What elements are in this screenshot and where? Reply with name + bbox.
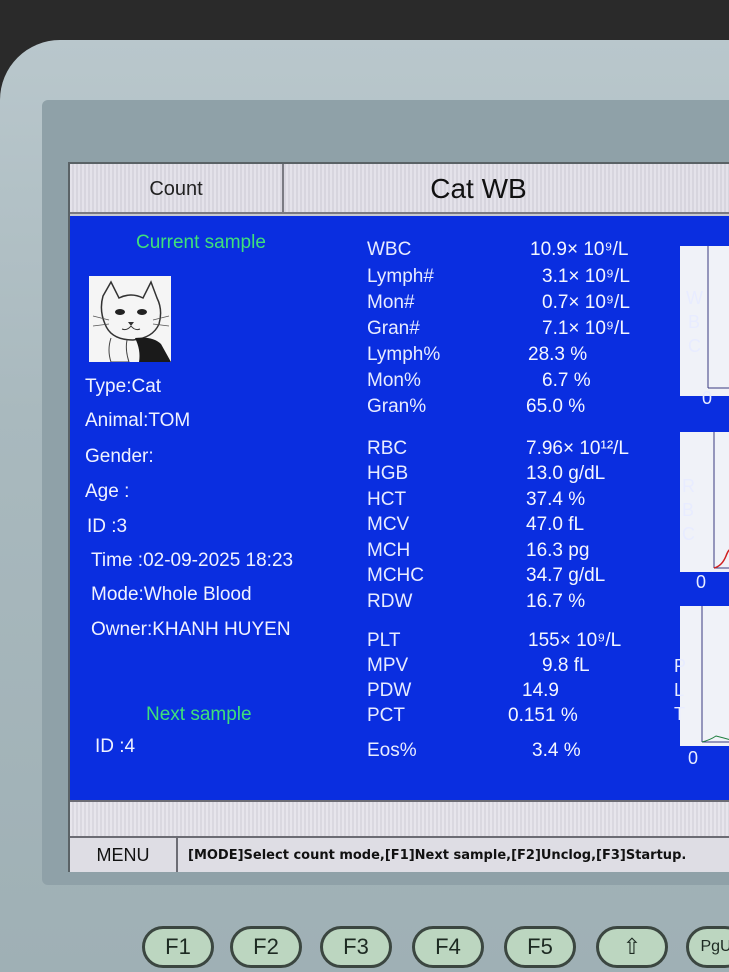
param-value-rbc: 7.96× 10¹²/L	[526, 438, 629, 459]
param-value-pct: 0.151 %	[508, 705, 578, 726]
param-value-gran-percent: 65.0 %	[526, 396, 586, 417]
param-value-mpv: 9.8 fL	[542, 655, 590, 676]
param-name-gran-percent: Gran%	[367, 396, 427, 417]
param-value-mchc: 34.7 g/dL	[526, 565, 606, 586]
param-value-wbc: 10.9× 10⁹/L	[530, 239, 629, 260]
param-name-mchc: MCHC	[367, 565, 424, 586]
function-keys: F1 F2 F3 F4 F5 ⇧ PgU	[130, 900, 729, 972]
cat-icon	[89, 276, 171, 363]
param-name-lymph-count: Lymph#	[367, 266, 434, 287]
rbc-axis-zero: 0	[696, 572, 707, 592]
gender-field: Gender:	[85, 446, 154, 467]
param-name-lymph-percent: Lymph%	[367, 344, 441, 365]
param-value-pdw: 14.9	[522, 680, 559, 701]
status-message: [MODE]Select count mode,[F1]Next sample,…	[188, 847, 687, 863]
param-name-rdw: RDW	[367, 591, 413, 612]
param-name-mcv: MCV	[367, 514, 410, 535]
current-sample-heading: Current sample	[136, 232, 266, 253]
plt-axis-zero: 0	[688, 748, 699, 768]
wbc-axis-letter-w: W	[686, 288, 703, 308]
sample-type: Type:Cat	[85, 376, 162, 397]
param-name-mon-percent: Mon%	[367, 370, 421, 391]
param-value-eos-percent: 3.4 %	[532, 740, 581, 761]
param-name-hgb: HGB	[367, 463, 409, 484]
wbc-axis-letter-c: C	[688, 336, 701, 356]
param-name-gran-count: Gran#	[367, 318, 420, 339]
param-name-mch: MCH	[367, 540, 411, 561]
param-name-mpv: MPV	[367, 655, 409, 676]
param-value-hct: 37.4 %	[526, 489, 586, 510]
sample-mode: Mode:Whole Blood	[91, 584, 252, 605]
menu-button[interactable]: MENU	[70, 838, 178, 872]
count-mode-tab[interactable]: Count	[70, 164, 284, 214]
rbc-axis-letter-c: C	[682, 524, 695, 544]
param-value-hgb: 13.0 g/dL	[526, 463, 606, 484]
param-value-gran-count: 7.1× 10⁹/L	[542, 318, 630, 339]
info-strip	[70, 800, 729, 836]
param-name-pdw: PDW	[367, 680, 412, 701]
sample-time: Time :02-09-2025 18:23	[91, 550, 294, 571]
param-name-wbc: WBC	[367, 239, 412, 260]
status-bar: MENU [MODE]Select count mode,[F1]Next sa…	[70, 836, 729, 872]
param-value-mon-count: 0.7× 10⁹/L	[542, 292, 630, 313]
species-mode-title: Cat WB	[430, 173, 527, 204]
key-f4[interactable]: F4	[412, 926, 484, 968]
param-value-rdw: 16.7 %	[526, 591, 586, 612]
next-sample-heading: Next sample	[146, 704, 252, 725]
key-f5[interactable]: F5	[504, 926, 576, 968]
param-value-lymph-count: 3.1× 10⁹/L	[542, 266, 630, 287]
param-name-plt: PLT	[367, 630, 401, 651]
key-f3[interactable]: F3	[320, 926, 392, 968]
animal-name: Animal:TOM	[85, 410, 191, 431]
key-shift[interactable]: ⇧	[596, 926, 668, 968]
key-f2[interactable]: F2	[230, 926, 302, 968]
param-value-lymph-percent: 28.3 %	[528, 344, 588, 365]
wbc-axis-letter-b: B	[688, 312, 701, 332]
key-f1[interactable]: F1	[142, 926, 214, 968]
param-name-hct: HCT	[367, 489, 407, 510]
plt-axis-letter-l: L	[674, 680, 685, 700]
owner-name: Owner:KHANH HUYEN	[91, 619, 291, 640]
param-value-mch: 16.3 pg	[526, 540, 590, 561]
plt-axis-letter-p: P	[674, 656, 687, 676]
param-name-mon-count: Mon#	[367, 292, 415, 313]
param-value-mcv: 47.0 fL	[526, 514, 585, 535]
header-bar: Count Cat WB	[70, 164, 729, 214]
param-name-pct: PCT	[367, 705, 405, 726]
analyzer-screen: Count Cat WB Current sample Type:Cat Ani…	[68, 162, 729, 872]
param-name-eos-percent: Eos%	[367, 740, 417, 761]
rbc-axis-letter-r: R	[682, 476, 695, 496]
sample-id: ID :3	[87, 516, 128, 537]
results-panel: Current sample Type:Cat Animal:TOM Gende…	[70, 216, 729, 800]
param-value-mon-percent: 6.7 %	[542, 370, 591, 391]
rbc-axis-letter-b: B	[682, 500, 695, 520]
wbc-axis-zero: 0	[702, 388, 713, 408]
plt-axis-letter-t: T	[674, 704, 685, 724]
param-name-rbc: RBC	[367, 438, 408, 459]
param-value-plt: 155× 10⁹/L	[528, 630, 622, 651]
plt-histogram	[680, 606, 729, 746]
key-pgup[interactable]: PgU	[686, 926, 729, 968]
age-field: Age :	[85, 481, 130, 502]
next-sample-id: ID :4	[95, 736, 136, 757]
